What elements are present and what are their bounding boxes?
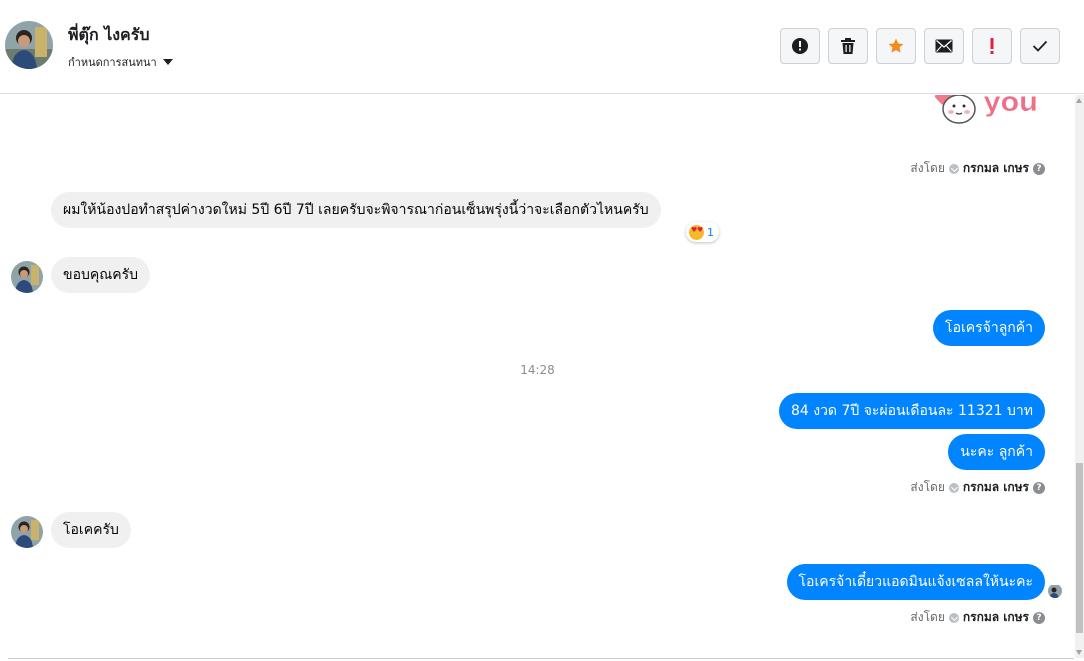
message-timestamp: 14:28 [520, 363, 555, 377]
sticker-text: you [982, 95, 1038, 119]
sent-by-name[interactable]: กรกมล เกษร [963, 608, 1029, 627]
conversation-header: พี่ตุ๊ก ไงครับ กำหนดการสนทนา [0, 0, 1084, 94]
conversation-actions [780, 28, 1060, 64]
contact-avatar-small[interactable] [11, 261, 43, 293]
scroll-up-arrow-icon[interactable] [1076, 98, 1082, 103]
incoming-message[interactable]: ผมให้น้องปอทำสรุปค่างวดใหม่ 5ปี 6ปี 7ปี … [51, 192, 661, 228]
message-thread: you ส่งโดย กรกมล เกษร ? ผมให้น้องปอทำสรุ… [0, 95, 1075, 658]
scroll-down-arrow-icon[interactable] [1076, 650, 1082, 655]
report-button[interactable] [780, 28, 820, 64]
contact-name[interactable]: พี่ตุ๊ก ไงครับ [68, 23, 150, 48]
seen-by-avatar [1048, 584, 1062, 598]
outgoing-message[interactable]: นะคะ ลูกค้า [948, 434, 1045, 470]
exclamation-icon [990, 38, 994, 54]
outgoing-message[interactable]: โอเครจ้าเดี๋ยวแอดมินแจ้งเซลลให้นะคะ [786, 564, 1045, 600]
reaction-count: 1 [707, 225, 714, 239]
alert-circle-icon [792, 38, 808, 54]
mark-unread-button[interactable] [924, 28, 964, 64]
verified-dot-icon [948, 163, 959, 174]
caret-down-icon [162, 59, 173, 65]
composer-divider [8, 658, 1074, 659]
sent-by-label: ส่งโดย กรกมล เกษร ? [910, 478, 1045, 497]
sent-by-label: ส่งโดย กรกมล เกษร ? [910, 608, 1045, 627]
star-button[interactable] [876, 28, 916, 64]
contact-avatar[interactable] [5, 21, 53, 69]
conversation-settings-label: กำหนดการสนทนา [68, 56, 157, 69]
sent-by-prefix: ส่งโดย [910, 610, 945, 624]
star-icon [888, 38, 904, 53]
sent-by-prefix: ส่งโดย [910, 480, 945, 494]
help-icon[interactable]: ? [1033, 481, 1045, 494]
scrollbar-thumb[interactable] [1076, 463, 1083, 633]
sent-by-prefix: ส่งโดย [910, 161, 945, 175]
verified-dot-icon [948, 612, 959, 623]
mark-done-button[interactable] [1020, 28, 1060, 64]
heart-eyes-emoji-icon [689, 224, 704, 240]
envelope-icon [935, 39, 953, 53]
trash-icon [841, 38, 855, 54]
help-icon[interactable]: ? [1033, 611, 1045, 624]
outgoing-message[interactable]: 84 งวด 7ปี จะผ่อนเดือนละ 11321 บาท [778, 393, 1045, 429]
sent-by-name[interactable]: กรกมล เกษร [963, 159, 1029, 178]
contact-avatar-small[interactable] [11, 516, 43, 548]
sent-by-label: ส่งโดย กรกมล เกษร ? [910, 159, 1045, 178]
love-you-sticker[interactable]: you [927, 95, 1045, 133]
message-reaction[interactable]: 1 [686, 222, 719, 242]
mark-spam-button[interactable] [972, 28, 1012, 64]
incoming-message[interactable]: โอเคครับ [51, 512, 131, 548]
incoming-message[interactable]: ขอบคุณครับ [51, 257, 150, 293]
conversation-settings-dropdown[interactable]: กำหนดการสนทนา [68, 53, 173, 71]
check-icon [1032, 40, 1048, 52]
thread-scrollbar[interactable] [1075, 95, 1084, 658]
help-icon[interactable]: ? [1033, 162, 1045, 175]
sent-by-name[interactable]: กรกมล เกษร [963, 478, 1029, 497]
delete-button[interactable] [828, 28, 868, 64]
verified-dot-icon [948, 482, 959, 493]
outgoing-message[interactable]: โอเครจ้าลูกค้า [933, 310, 1045, 346]
